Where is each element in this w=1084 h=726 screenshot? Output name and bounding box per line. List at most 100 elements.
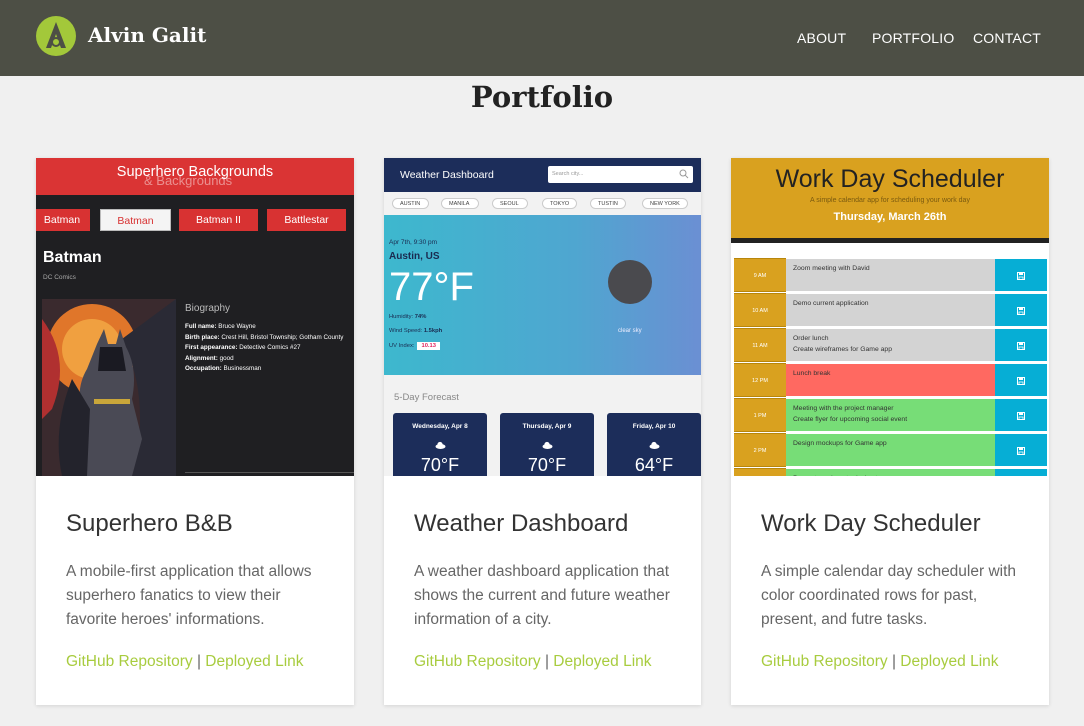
cloud-icon [649, 441, 660, 449]
preview-hero-button-active: Batman [100, 209, 171, 231]
nav-link-about[interactable]: ABOUT [797, 30, 846, 46]
preview-date: Thursday, March 26th [833, 211, 947, 223]
preview-schedule-row: 2 PM Design mockups for Game app [734, 433, 1047, 467]
preview-task-text: Lunch break [786, 363, 995, 397]
preview-task-text: Present mock-up to design team [786, 468, 995, 476]
preview-header: & Backgrounds Superhero Backgrounds [36, 158, 354, 195]
save-icon [995, 363, 1047, 397]
preview-header: Weather Dashboard Search city... [384, 158, 701, 192]
cloud-icon [542, 441, 553, 449]
preview-hero-button: Batman [36, 209, 90, 231]
preview-header-title: Weather Dashboard [400, 169, 494, 181]
preview-forecast-day: Thursday, Apr 9 70°F [500, 413, 594, 476]
preview-bio-row: First appearance: Detective Comics #27 [185, 344, 301, 352]
preview-condition: clear sky [618, 328, 642, 334]
preview-header-title: Superhero Backgrounds [116, 164, 274, 180]
brand-name[interactable]: Alvin Galit [88, 23, 206, 47]
preview-bio-row: Alignment: good [185, 354, 234, 362]
project-links: GitHub Repository | Deployed Link [761, 653, 999, 671]
preview-hero-publisher: DC Comics [43, 274, 76, 281]
project-description: A mobile-first application that allows s… [66, 563, 312, 628]
preview-current-weather: Apr 7th, 9:30 pm Austin, US 77°F Humidit… [384, 215, 701, 375]
project-description: A weather dashboard application that sho… [414, 563, 670, 628]
preview-schedule-row: 1 PM Meeting with the project manager Cre… [734, 398, 1047, 432]
preview-hour-label: 11 AM [734, 328, 786, 362]
project-title: Weather Dashboard [414, 510, 629, 537]
project-card-superhero: & Backgrounds Superhero Backgrounds Batm… [36, 158, 354, 705]
preview-task-text: Meeting with the project manager Create … [786, 398, 995, 432]
preview-hero-button: Batman II [179, 209, 258, 231]
project-links: GitHub Repository | Deployed Link [414, 653, 652, 671]
nav-link-contact[interactable]: CONTACT [973, 30, 1041, 46]
preview-schedule-row: 10 AM Demo current application [734, 293, 1047, 327]
project-screenshot-weather: Weather Dashboard Search city... AUSTIN … [384, 158, 701, 476]
link-separator: | [891, 653, 896, 670]
preview-city-chip: AUSTIN [392, 198, 429, 209]
page-title: Portfolio [470, 80, 614, 114]
preview-hour-label: 9 AM [734, 258, 786, 292]
project-card-weather: Weather Dashboard Search city... AUSTIN … [384, 158, 701, 705]
save-icon [995, 468, 1047, 476]
preview-title: Work Day Scheduler [775, 165, 1005, 193]
preview-header: Work Day Scheduler A simple calendar app… [731, 158, 1049, 238]
project-screenshot-scheduler: Work Day Scheduler A simple calendar app… [731, 158, 1049, 476]
deployed-link[interactable]: Deployed Link [205, 653, 303, 670]
cloud-icon [435, 441, 446, 449]
preview-schedule-row: 12 PM Lunch break [734, 363, 1047, 397]
preview-city-chip: MANILA [441, 198, 479, 209]
preview-temperature: 77°F [389, 265, 474, 309]
nav-link-portfolio[interactable]: PORTFOLIO [872, 30, 954, 46]
preview-schedule-row: 11 AM Order lunch Create wireframes for G… [734, 328, 1047, 362]
preview-search-input: Search city... [548, 166, 693, 183]
project-screenshot-superhero: & Backgrounds Superhero Backgrounds Batm… [36, 158, 354, 476]
weather-condition-icon [608, 260, 652, 304]
preview-subtitle: A simple calendar app for scheduling you… [810, 197, 970, 204]
github-repository-link[interactable]: GitHub Repository [414, 653, 541, 670]
preview-city-chip: SEOUL [492, 198, 528, 209]
preview-hero-name: Batman [43, 249, 102, 266]
brand-logo-icon[interactable] [36, 16, 76, 56]
preview-hero-image [42, 299, 176, 476]
preview-hour-label: 12 PM [734, 363, 786, 397]
preview-hour-label: 10 AM [734, 293, 786, 327]
save-icon [995, 293, 1047, 327]
preview-schedule-row: 9 AM Zoom meeting with David [734, 258, 1047, 292]
preview-task-text: Demo current application [786, 293, 995, 327]
preview-task-text: Order lunch Create wireframes for Game a… [786, 328, 995, 362]
link-separator: | [196, 653, 201, 670]
preview-hour-label: 3 PM [734, 468, 786, 476]
project-card-scheduler: Work Day Scheduler A simple calendar app… [731, 158, 1049, 705]
project-description: A simple calendar day scheduler with col… [761, 563, 1017, 628]
github-repository-link[interactable]: GitHub Repository [761, 653, 888, 670]
save-icon [995, 433, 1047, 467]
preview-wind: Wind Speed: 1.5kph [389, 328, 443, 334]
preview-hour-label: 2 PM [734, 433, 786, 467]
preview-city-chip: TOKYO [542, 198, 577, 209]
project-links: GitHub Repository | Deployed Link [66, 653, 304, 671]
preview-task-text: Zoom meeting with David [786, 258, 995, 292]
preview-city-chip: TUSTIN [590, 198, 626, 209]
preview-divider [731, 238, 1049, 243]
preview-bio-row: Full name: Bruce Wayne [185, 323, 256, 330]
save-icon [995, 258, 1047, 292]
deployed-link[interactable]: Deployed Link [900, 653, 998, 670]
preview-city-name: Austin, US [389, 251, 440, 262]
preview-uv: UV Index: 10.13 [389, 342, 440, 350]
preview-forecast-day: Friday, Apr 10 64°F [607, 413, 701, 476]
preview-datetime: Apr 7th, 9:30 pm [389, 239, 438, 246]
top-navbar: Alvin Galit ABOUT PORTFOLIO CONTACT [0, 0, 1084, 76]
preview-humidity: Humidity: 74% [389, 314, 427, 320]
project-title: Superhero B&B [66, 510, 233, 537]
save-icon [995, 328, 1047, 362]
link-separator: | [544, 653, 549, 670]
preview-task-text: Design mockups for Game app [786, 433, 995, 467]
preview-forecast-heading: 5-Day Forecast [394, 392, 459, 403]
deployed-link[interactable]: Deployed Link [553, 653, 651, 670]
preview-bio-row: Birth place: Crest Hill, Bristol Townshi… [185, 333, 344, 341]
github-repository-link[interactable]: GitHub Repository [66, 653, 193, 670]
preview-city-chip: NEW YORK [642, 198, 688, 209]
project-title: Work Day Scheduler [761, 510, 981, 537]
preview-bio-heading: Biography [185, 303, 231, 314]
preview-forecast-day: Wednesday, Apr 8 70°F [393, 413, 487, 476]
preview-hero-button: Battlestar [267, 209, 346, 231]
